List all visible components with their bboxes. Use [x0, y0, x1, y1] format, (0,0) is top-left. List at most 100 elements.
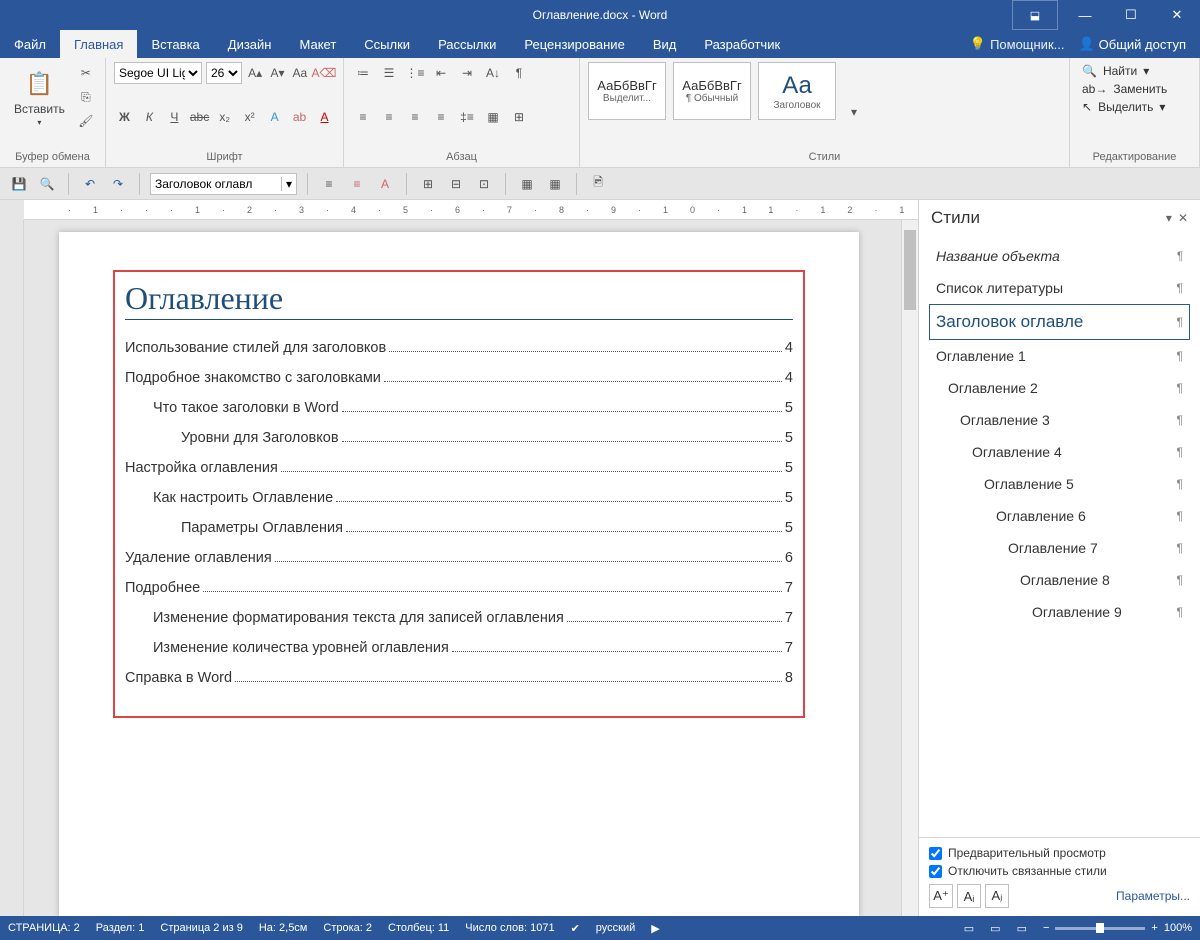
style-list-item[interactable]: Оглавление 2¶: [929, 372, 1190, 404]
tab-файл[interactable]: Файл: [0, 30, 60, 58]
qat-icon-8[interactable]: ▦: [544, 173, 566, 195]
qat-icon-3[interactable]: A: [374, 173, 396, 195]
zoom-in-icon[interactable]: +: [1151, 922, 1157, 934]
ribbon-display-options-icon[interactable]: ⬓: [1012, 0, 1058, 30]
status-words[interactable]: Число слов: 1071: [465, 922, 554, 934]
line-spacing-icon[interactable]: ‡≡: [456, 106, 478, 128]
style-list-item[interactable]: Заголовок оглавле¶: [929, 304, 1190, 340]
status-page[interactable]: СТРАНИЦА: 2: [8, 922, 80, 934]
style-list-item[interactable]: Оглавление 7¶: [929, 532, 1190, 564]
sort-icon[interactable]: A↓: [482, 62, 504, 84]
tab-главная[interactable]: Главная: [60, 30, 137, 58]
subscript-icon[interactable]: x₂: [214, 106, 235, 128]
minimize-button[interactable]: —: [1062, 0, 1108, 30]
style-list-item[interactable]: Оглавление 9¶: [929, 596, 1190, 628]
disable-linked-checkbox[interactable]: Отключить связанные стили: [929, 864, 1190, 878]
status-line[interactable]: Строка: 2: [323, 922, 372, 934]
bullets-icon[interactable]: ≔: [352, 62, 374, 84]
qat-icon-1[interactable]: ≡: [318, 173, 340, 195]
zoom-level[interactable]: 100%: [1164, 922, 1192, 934]
shading-icon[interactable]: ▦: [482, 106, 504, 128]
toc-entry[interactable]: Уровни для Заголовков 5: [125, 430, 793, 446]
toc-entry[interactable]: Изменение количества уровней оглавления …: [125, 640, 793, 656]
toc-entry[interactable]: Подробнее 7: [125, 580, 793, 596]
vertical-scrollbar[interactable]: [901, 220, 918, 916]
new-style-icon[interactable]: A⁺: [929, 884, 953, 908]
status-proofing-icon[interactable]: ✔: [571, 922, 580, 935]
toc-entry[interactable]: Что такое заголовки в Word 5: [125, 400, 793, 416]
find-button[interactable]: 🔍 Найти ▾: [1078, 62, 1191, 80]
toc-container[interactable]: Оглавление Использование стилей для заго…: [113, 270, 805, 718]
style-selector-combo[interactable]: ▾: [150, 173, 297, 195]
font-color-icon[interactable]: A: [314, 106, 335, 128]
toc-entry[interactable]: Использование стилей для заголовков 4: [125, 340, 793, 356]
qat-icon-7[interactable]: ▦: [516, 173, 538, 195]
status-language[interactable]: русский: [596, 922, 635, 934]
toc-entry[interactable]: Изменение форматирования текста для запи…: [125, 610, 793, 626]
preview-checkbox[interactable]: Предварительный просмотр: [929, 846, 1190, 860]
align-center-icon[interactable]: ≡: [378, 106, 400, 128]
share-button[interactable]: 👤 Общий доступ: [1064, 30, 1200, 58]
style-list-item[interactable]: Оглавление 1¶: [929, 340, 1190, 372]
styles-pane-dropdown-icon[interactable]: ▾: [1166, 211, 1172, 225]
status-section[interactable]: Раздел: 1: [96, 922, 145, 934]
style-list-item[interactable]: Оглавление 3¶: [929, 404, 1190, 436]
style-list-item[interactable]: Оглавление 8¶: [929, 564, 1190, 596]
toc-entry[interactable]: Настройка оглавления 5: [125, 460, 793, 476]
clear-formatting-icon[interactable]: A⌫: [313, 62, 335, 84]
status-macro-icon[interactable]: ▶: [651, 922, 659, 935]
document-page[interactable]: Оглавление Использование стилей для заго…: [59, 232, 859, 916]
format-painter-icon[interactable]: 🖌: [75, 110, 97, 132]
cut-icon[interactable]: ✂: [75, 62, 97, 84]
select-button[interactable]: ↖ Выделить ▾: [1078, 98, 1191, 116]
italic-icon[interactable]: К: [139, 106, 160, 128]
style-list-item[interactable]: Название объекта¶: [929, 240, 1190, 272]
tab-дизайн[interactable]: Дизайн: [214, 30, 286, 58]
underline-icon[interactable]: Ч: [164, 106, 185, 128]
qat-icon-6[interactable]: ⊡: [473, 173, 495, 195]
undo-icon[interactable]: ↶: [79, 173, 101, 195]
zoom-slider[interactable]: [1055, 927, 1145, 930]
replace-button[interactable]: ab→ Заменить: [1078, 80, 1191, 98]
change-case-icon[interactable]: Aa: [291, 62, 309, 84]
style-list-item[interactable]: Оглавление 4¶: [929, 436, 1190, 468]
qat-icon-2[interactable]: ≡: [346, 173, 368, 195]
status-page-of[interactable]: Страница 2 из 9: [160, 922, 242, 934]
tab-макет[interactable]: Макет: [285, 30, 350, 58]
font-size-combo[interactable]: 26: [206, 62, 242, 84]
qat-icon-9[interactable]: 🖻: [587, 173, 609, 195]
style-gallery-item[interactable]: АаЗаголовок: [758, 62, 836, 120]
toc-title[interactable]: Оглавление: [125, 280, 793, 320]
view-web-icon[interactable]: ▭: [1017, 922, 1027, 935]
style-gallery-item[interactable]: АаБбВвГгВыделит...: [588, 62, 666, 120]
grow-font-icon[interactable]: A▴: [246, 62, 264, 84]
preview-icon[interactable]: 🔍: [36, 173, 58, 195]
text-effects-icon[interactable]: A: [264, 106, 285, 128]
style-gallery-item[interactable]: АаБбВвГг¶ Обычный: [673, 62, 751, 120]
copy-icon[interactable]: ⎘: [75, 86, 97, 108]
toc-entry[interactable]: Как настроить Оглавление 5: [125, 490, 793, 506]
align-right-icon[interactable]: ≡: [404, 106, 426, 128]
save-icon[interactable]: 💾: [8, 173, 30, 195]
maximize-button[interactable]: ☐: [1108, 0, 1154, 30]
tell-me[interactable]: 💡 Помощник...: [970, 30, 1065, 58]
superscript-icon[interactable]: x²: [239, 106, 260, 128]
manage-styles-icon[interactable]: Aⱼ: [985, 884, 1009, 908]
paste-button[interactable]: 📋Вставить▾: [8, 64, 71, 131]
toc-entry[interactable]: Справка в Word 8: [125, 670, 793, 686]
toc-entry[interactable]: Параметры Оглавления 5: [125, 520, 793, 536]
bold-icon[interactable]: Ж: [114, 106, 135, 128]
view-read-icon[interactable]: ▭: [964, 922, 974, 935]
show-marks-icon[interactable]: ¶: [508, 62, 530, 84]
tab-вид[interactable]: Вид: [639, 30, 691, 58]
view-print-icon[interactable]: ▭: [990, 922, 1000, 935]
tab-разработчик[interactable]: Разработчик: [690, 30, 794, 58]
style-list-item[interactable]: Оглавление 5¶: [929, 468, 1190, 500]
zoom-out-icon[interactable]: −: [1043, 922, 1049, 934]
horizontal-ruler[interactable]: ·1···1·2·3·4·5·6·7·8·9·10·11·12·13·14·15…: [24, 200, 918, 220]
status-at[interactable]: На: 2,5см: [259, 922, 308, 934]
decrease-indent-icon[interactable]: ⇤: [430, 62, 452, 84]
qat-icon-5[interactable]: ⊟: [445, 173, 467, 195]
numbering-icon[interactable]: ☰: [378, 62, 400, 84]
tab-рецензирование[interactable]: Рецензирование: [510, 30, 638, 58]
